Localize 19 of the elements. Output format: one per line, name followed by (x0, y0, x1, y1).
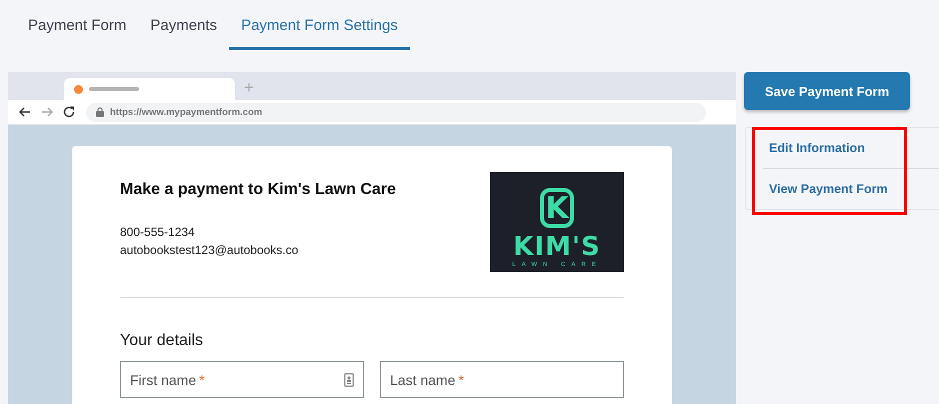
reload-icon[interactable] (62, 105, 76, 119)
section-heading: Your details (120, 332, 204, 350)
tab-title-placeholder-bar (89, 87, 139, 91)
text-field[interactable]: Last name * (380, 361, 624, 398)
lock-icon (96, 107, 104, 117)
menu-link[interactable]: Edit Information (763, 128, 939, 168)
tab[interactable]: Payments (138, 0, 230, 50)
address-bar[interactable]: https://www.mypaymentform.com (86, 102, 706, 122)
menu-link[interactable]: View Payment Form (763, 169, 939, 209)
back-icon[interactable] (18, 105, 32, 119)
tab[interactable]: Payment Form (16, 0, 138, 50)
email-address: autobookstest123@autobooks.co (120, 242, 300, 259)
save-button[interactable]: Save Payment Form (744, 72, 910, 110)
tab-status-dot (74, 84, 83, 94)
phone-number: 800-555-1234 (120, 224, 196, 241)
form-title: Make a payment to Kim's Lawn Care (120, 181, 396, 199)
contact-card-icon[interactable] (344, 372, 354, 386)
tab[interactable]: Payment Form Settings (229, 0, 410, 50)
text-field[interactable]: First name * (120, 361, 364, 398)
